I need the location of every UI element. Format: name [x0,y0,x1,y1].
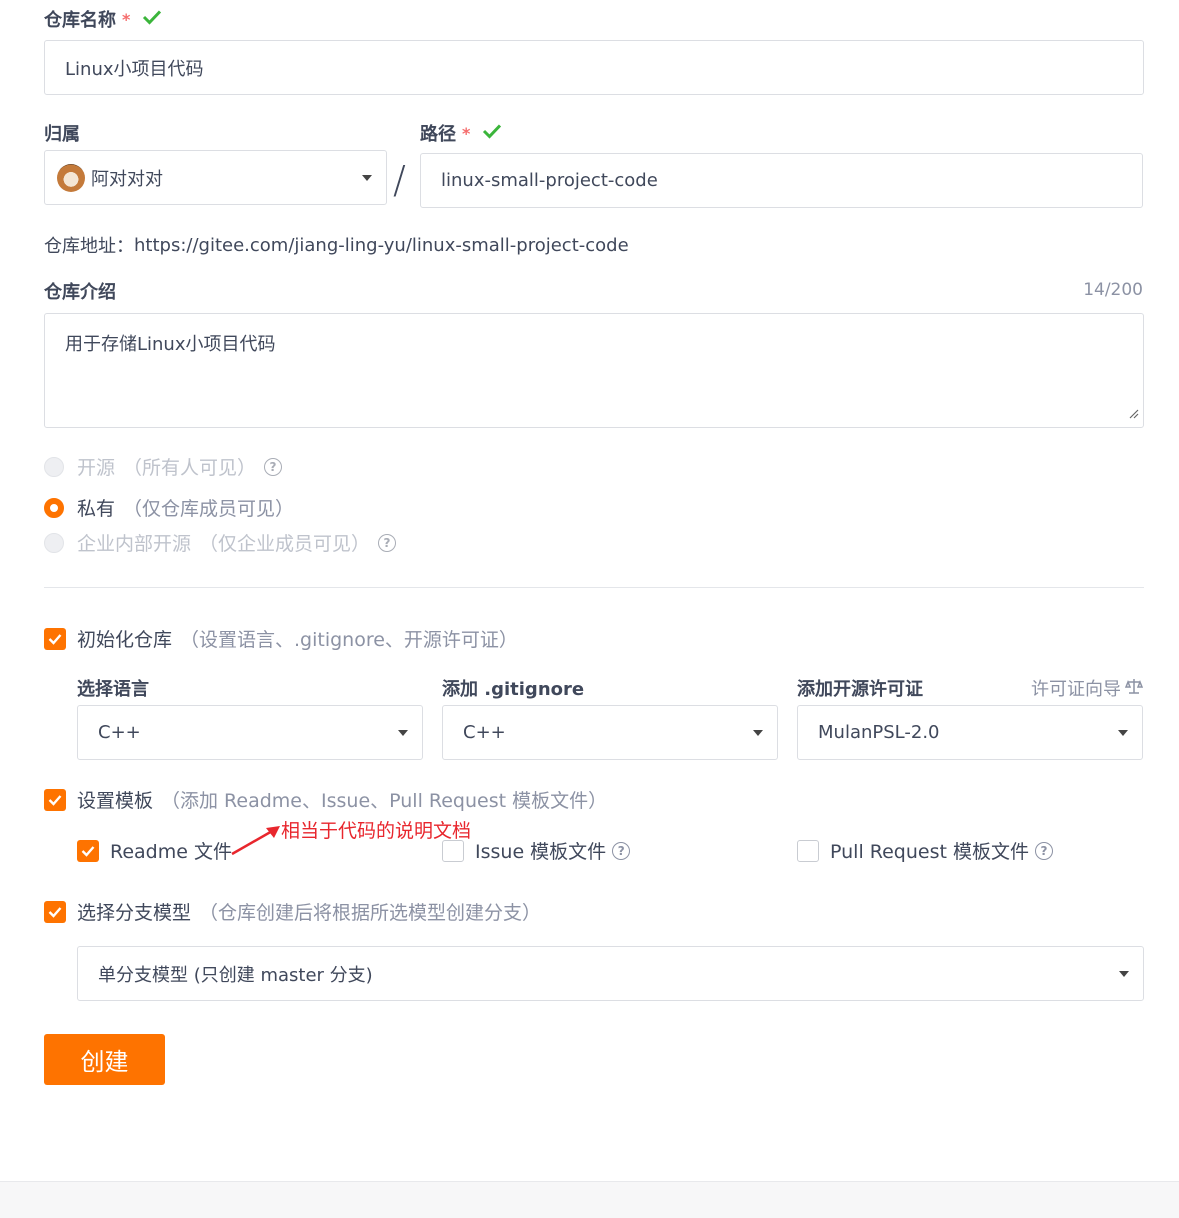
repo-address: 仓库地址： https://gitee.com/jiang-ling-yu/li… [44,232,629,258]
init-repo-checkbox-row[interactable]: 初始化仓库 （设置语言、.gitignore、开源许可证） [44,625,518,652]
template-hint: （添加 Readme、Issue、Pull Request 模板文件） [161,790,608,812]
radio-button[interactable] [44,497,64,518]
chevron-down-icon [398,729,408,736]
radio-button[interactable] [44,456,64,477]
license-wizard-link[interactable]: 许可证向导 [1031,675,1144,701]
branch-checkbox-row[interactable]: 选择分支模型 （仓库创建后将根据所选模型创建分支） [44,898,541,925]
path-value: linux-small-project-code [441,170,658,191]
language-value: C++ [98,722,141,743]
readme-checkbox[interactable] [77,839,99,862]
intro-label: 仓库介绍 [44,282,116,303]
visibility-option-label: 私有 [77,498,116,520]
branch-hint: （仓库创建后将根据所选模型创建分支） [199,902,542,924]
valid-check-icon [482,123,502,143]
visibility-option-hint: （仅仓库成员可见） [123,498,295,520]
path-label-row: 路径 * [420,120,502,146]
branch-model-select[interactable]: 单分支模型 (只创建 master 分支) [77,946,1144,1001]
chevron-down-icon [753,729,763,736]
path-input[interactable]: linux-small-project-code [420,153,1143,208]
template-checkbox[interactable] [44,788,66,811]
resize-handle-icon[interactable] [1129,403,1139,424]
radio-button[interactable] [44,532,64,553]
footer [0,1181,1179,1218]
pr-label: Pull Request 模板文件 [830,841,1029,863]
license-wizard-label: 许可证向导 [1031,679,1121,700]
language-select[interactable]: C++ [77,705,423,760]
branch-model-value: 单分支模型 (只创建 master 分支) [98,964,373,986]
template-checkbox-row[interactable]: 设置模板 （添加 Readme、Issue、Pull Request 模板文件） [44,786,607,813]
repo-name-label-row: 仓库名称 * [44,6,162,32]
license-label: 添加开源许可证 [797,679,923,700]
intro-value: 用于存储Linux小项目代码 [65,334,276,355]
help-icon[interactable]: ? [264,457,283,476]
issue-checkbox-row[interactable]: Issue 模板文件 ? [442,837,631,864]
issue-checkbox[interactable] [442,839,464,862]
repo-name-label: 仓库名称 [44,10,116,31]
chevron-down-icon [1119,970,1129,977]
init-repo-checkbox[interactable] [44,627,66,650]
repo-address-url: https://gitee.com/jiang-ling-yu/linux-sm… [134,234,629,256]
init-repo-hint: （设置语言、.gitignore、开源许可证） [180,629,518,651]
create-button[interactable]: 创建 [44,1034,165,1085]
path-separator: / [393,158,406,202]
avatar [57,163,85,192]
scale-icon [1124,677,1144,700]
visibility-option-enterprise[interactable]: 企业内部开源 （仅企业成员可见） ? [44,529,397,556]
gitignore-value: C++ [463,722,506,743]
visibility-option-label: 开源 [77,457,116,479]
issue-label: Issue 模板文件 [475,841,607,863]
branch-checkbox[interactable] [44,900,66,923]
repo-address-label: 仓库地址： [44,236,134,257]
valid-check-icon [142,9,162,29]
gitignore-label: 添加 .gitignore [442,679,585,700]
path-label: 路径 [420,124,456,145]
readme-checkbox-row[interactable]: Readme 文件 [77,837,232,864]
owner-label: 归属 [44,124,80,145]
chevron-down-icon [362,174,372,181]
help-icon[interactable]: ? [378,533,397,552]
intro-char-count: 14/200 [1083,280,1143,300]
divider [44,587,1144,588]
template-label: 设置模板 [77,790,154,812]
help-icon[interactable]: ? [1034,841,1053,860]
language-label: 选择语言 [77,679,149,700]
visibility-option-open[interactable]: 开源 （所有人可见） ? [44,453,283,480]
pr-checkbox[interactable] [797,839,819,862]
init-repo-label: 初始化仓库 [77,629,173,651]
annotation-arrow-icon [230,822,282,860]
help-icon[interactable]: ? [612,841,631,860]
branch-label: 选择分支模型 [77,902,192,924]
visibility-option-private[interactable]: 私有 （仅仓库成员可见） [44,494,294,521]
chevron-down-icon [1118,729,1128,736]
visibility-option-hint: （所有人可见） [123,457,257,479]
required-marker: * [122,9,131,29]
gitignore-select[interactable]: C++ [442,705,778,760]
repo-name-value: Linux小项目代码 [65,58,204,80]
intro-textarea[interactable]: 用于存储Linux小项目代码 [44,313,1144,428]
license-select[interactable]: MulanPSL-2.0 [797,705,1143,760]
owner-select[interactable]: 阿对对对 [44,150,387,205]
license-value: MulanPSL-2.0 [818,722,940,743]
visibility-option-hint: （仅企业成员可见） [199,533,371,555]
repo-name-input[interactable]: Linux小项目代码 [44,40,1144,95]
pr-checkbox-row[interactable]: Pull Request 模板文件 ? [797,837,1053,864]
owner-value: 阿对对对 [91,168,163,190]
visibility-option-label: 企业内部开源 [77,533,192,555]
readme-label: Readme 文件 [110,841,232,863]
required-marker: * [462,123,471,143]
